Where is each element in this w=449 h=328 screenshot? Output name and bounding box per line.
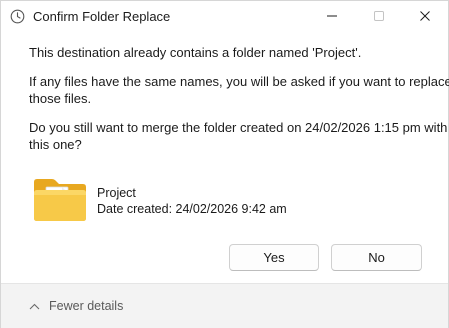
clock-icon bbox=[10, 9, 25, 24]
no-button[interactable]: No bbox=[331, 244, 422, 271]
folder-icon bbox=[32, 176, 88, 224]
folder-name: Project bbox=[97, 186, 136, 200]
maximize-icon bbox=[374, 8, 384, 26]
close-button[interactable] bbox=[402, 1, 448, 33]
message-line-3: those files. bbox=[29, 91, 92, 106]
folder-date-created: Date created: 24/02/2026 9:42 am bbox=[97, 202, 287, 216]
dialog-footer: Fewer details bbox=[1, 283, 448, 328]
message-line-5: this one? bbox=[29, 137, 82, 152]
chevron-up-icon bbox=[29, 298, 49, 314]
title-bar[interactable]: Confirm Folder Replace bbox=[1, 1, 448, 33]
fewer-details-toggle[interactable]: Fewer details bbox=[29, 298, 123, 314]
message-line-4: Do you still want to merge the folder cr… bbox=[29, 120, 448, 135]
close-icon bbox=[420, 8, 430, 26]
message-line-1: This destination already contains a fold… bbox=[29, 45, 362, 60]
minimize-icon bbox=[327, 8, 337, 26]
confirm-folder-replace-dialog: Confirm Folder Replace This destination … bbox=[0, 0, 449, 328]
fewer-details-label: Fewer details bbox=[49, 299, 124, 313]
window-title: Confirm Folder Replace bbox=[33, 9, 171, 24]
maximize-button bbox=[356, 1, 402, 33]
minimize-button[interactable] bbox=[309, 1, 355, 33]
message-line-2: If any files have the same names, you wi… bbox=[29, 74, 449, 89]
yes-button[interactable]: Yes bbox=[229, 244, 319, 271]
